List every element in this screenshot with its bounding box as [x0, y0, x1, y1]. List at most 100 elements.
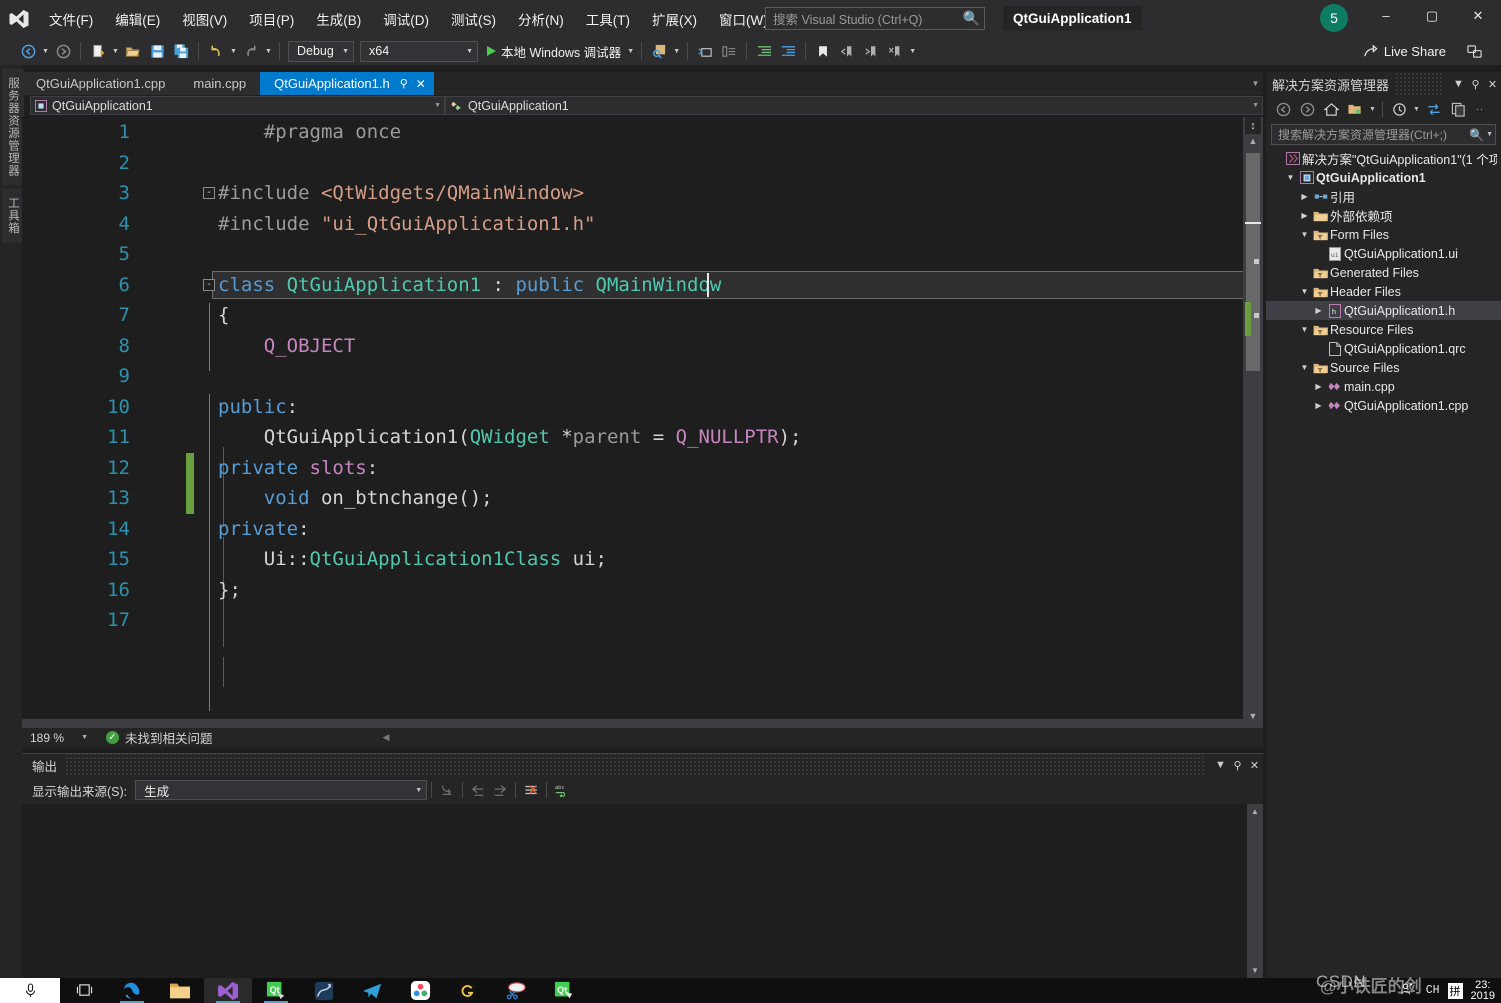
redo-icon[interactable]: [239, 39, 263, 63]
tree-item[interactable]: ▼Header Files: [1266, 282, 1501, 301]
start-debugging-button[interactable]: 本地 Windows 调试器: [481, 39, 625, 63]
find-in-files-icon[interactable]: [647, 39, 671, 63]
issue-status[interactable]: ✓ 未找到相关问题: [106, 728, 213, 747]
menu-project[interactable]: 项目(P): [238, 0, 305, 37]
scroll-down-arrow-icon[interactable]: ▼: [1247, 711, 1259, 723]
undo-dropdown[interactable]: ▼: [228, 39, 239, 63]
navbar-member-dropdown[interactable]: QtGuiApplication1 ▼: [445, 96, 1263, 115]
solution-tree[interactable]: 解决方案"QtGuiApplication1"(1 个项目 ▼ QtGuiAppli…: [1266, 149, 1501, 415]
scrollbar-split-handle[interactable]: ↕: [1245, 117, 1261, 134]
tree-item[interactable]: ▼Source Files: [1266, 358, 1501, 377]
solution-platform-dropdown[interactable]: x64 ▼: [360, 41, 478, 62]
tab-overflow-chevron-down-icon[interactable]: ▼: [1248, 72, 1263, 95]
menu-extensions[interactable]: 扩展(X): [641, 0, 708, 37]
expand-chevron-right-icon[interactable]: ▶: [1312, 306, 1325, 315]
zoom-level-dropdown[interactable]: 189 % ▼: [22, 729, 94, 747]
increase-indent-icon[interactable]: [752, 39, 776, 63]
live-share-button[interactable]: Live Share: [1362, 39, 1446, 63]
code-line[interactable]: 7{: [22, 300, 1263, 331]
taskbar-clock[interactable]: 23: 2019: [1463, 980, 1495, 1002]
ime-mode[interactable]: 拼: [1448, 983, 1463, 999]
taskbar-app-file-explorer[interactable]: [156, 978, 204, 1003]
code-line[interactable]: 16};: [22, 575, 1263, 606]
navigate-forward-icon[interactable]: [489, 779, 511, 801]
overflow-icon[interactable]: ··: [1474, 98, 1486, 120]
navigate-back-icon[interactable]: [16, 39, 40, 63]
save-icon[interactable]: [145, 39, 169, 63]
bookmark-overflow[interactable]: ▼: [907, 39, 918, 63]
account-badge[interactable]: 5: [1320, 4, 1348, 32]
taskbar-app-snip-tool[interactable]: [492, 978, 540, 1003]
cortana-mic-icon[interactable]: [0, 978, 60, 1003]
chevron-down-icon[interactable]: ▼: [1486, 131, 1493, 138]
editor-horizontal-scrollbar[interactable]: [22, 719, 1243, 727]
code-line[interactable]: 1 #pragma once: [22, 117, 1263, 148]
find-dropdown[interactable]: ▼: [671, 39, 682, 63]
taskbar-app-g-badge[interactable]: [444, 978, 492, 1003]
code-line[interactable]: 10public:: [22, 392, 1263, 423]
taskbar-app-edge[interactable]: [108, 978, 156, 1003]
taskbar-app-visual-studio[interactable]: [204, 978, 252, 1003]
expand-chevron-right-icon[interactable]: ▶: [1312, 401, 1325, 410]
close-icon[interactable]: ✕: [416, 77, 426, 91]
code-editor[interactable]: 1 #pragma once23-#include <QtWidgets/QMa…: [22, 117, 1263, 727]
menu-debug[interactable]: 调试(D): [372, 0, 440, 37]
ime-language[interactable]: CH: [1420, 984, 1446, 997]
solution-explorer-close-icon[interactable]: ✕: [1484, 73, 1501, 95]
code-line[interactable]: 2: [22, 148, 1263, 179]
drag-grip[interactable]: [1395, 72, 1444, 96]
output-close-icon[interactable]: ✕: [1246, 755, 1263, 775]
clear-all-icon[interactable]: [520, 779, 542, 801]
tab-qtguiapplication1-cpp[interactable]: QtGuiApplication1.cpp: [22, 72, 179, 95]
horizontal-scroll-left-arrow-icon[interactable]: ◀: [383, 732, 390, 743]
menu-build[interactable]: 生成(B): [305, 0, 372, 37]
expand-chevron-down-icon[interactable]: ▼: [1284, 173, 1297, 182]
menu-file[interactable]: 文件(F): [38, 0, 104, 37]
code-line[interactable]: 11 QtGuiApplication1(QWidget *parent = Q…: [22, 422, 1263, 453]
tree-item[interactable]: 解决方案"QtGuiApplication1"(1 个项目: [1266, 149, 1501, 168]
tab-main-cpp[interactable]: main.cpp: [179, 72, 260, 95]
taskbar-app-blue-curve[interactable]: [300, 978, 348, 1003]
tree-item[interactable]: ▶外部依赖项: [1266, 206, 1501, 225]
tree-item[interactable]: QtGuiApplication1.qrc: [1266, 339, 1501, 358]
properties-icon[interactable]: [1446, 98, 1470, 120]
start-debugging-dropdown[interactable]: ▼: [625, 39, 636, 63]
forward-icon[interactable]: [1295, 98, 1319, 120]
output-text-area[interactable]: [22, 804, 1247, 979]
editor-vertical-scrollbar[interactable]: ↕ ▲ ▼: [1243, 117, 1263, 727]
expand-chevron-down-icon[interactable]: ▼: [1298, 287, 1311, 296]
menu-test[interactable]: 测试(S): [440, 0, 507, 37]
scroll-down-arrow-icon[interactable]: ▼: [1250, 966, 1260, 976]
menu-edit[interactable]: 编辑(E): [104, 0, 171, 37]
send-feedback-icon[interactable]: [1461, 39, 1487, 63]
new-item-dropdown[interactable]: ▼: [110, 39, 121, 63]
tree-item[interactable]: ▶QtGuiApplication1.cpp: [1266, 396, 1501, 415]
tree-item[interactable]: ▶引用: [1266, 187, 1501, 206]
undo-icon[interactable]: [204, 39, 228, 63]
new-item-icon[interactable]: [86, 39, 110, 63]
expand-chevron-down-icon[interactable]: ▼: [1298, 363, 1311, 372]
tree-item[interactable]: ▼Form Files: [1266, 225, 1501, 244]
output-chevron-down-icon[interactable]: ▼: [1212, 755, 1229, 775]
taskbar-app-telegram[interactable]: [348, 978, 396, 1003]
solution-explorer-search-input[interactable]: 搜索解决方案资源管理器(Ctrl+;) 🔍 ▼: [1271, 124, 1496, 145]
save-all-icon[interactable]: [169, 39, 193, 63]
quick-launch-search[interactable]: 搜索 Visual Studio (Ctrl+Q) 🔍: [765, 7, 985, 30]
expand-chevron-down-icon[interactable]: ▼: [1298, 325, 1311, 334]
uncomment-icon[interactable]: [717, 39, 741, 63]
maximize-button[interactable]: ▢: [1409, 0, 1455, 31]
code-line[interactable]: 13 void on_btnchange();: [22, 483, 1263, 514]
drag-grip[interactable]: [65, 754, 1204, 776]
solution-explorer-pin-icon[interactable]: ⚲: [1467, 73, 1484, 95]
taskbar-app-qt-creator[interactable]: Qt: [252, 978, 300, 1003]
output-source-dropdown[interactable]: 生成 ▼: [135, 780, 427, 800]
decrease-indent-icon[interactable]: [776, 39, 800, 63]
back-icon[interactable]: [1271, 98, 1295, 120]
tree-item[interactable]: ▶main.cpp: [1266, 377, 1501, 396]
minimize-button[interactable]: –: [1363, 0, 1409, 31]
code-line[interactable]: 8 Q_OBJECT: [22, 331, 1263, 362]
expand-chevron-down-icon[interactable]: ▼: [1298, 230, 1311, 239]
scroll-up-arrow-icon[interactable]: ▲: [1247, 136, 1259, 148]
navbar-type-dropdown[interactable]: QtGuiApplication1 ▼: [30, 96, 445, 115]
code-line[interactable]: 4#include "ui_QtGuiApplication1.h": [22, 209, 1263, 240]
